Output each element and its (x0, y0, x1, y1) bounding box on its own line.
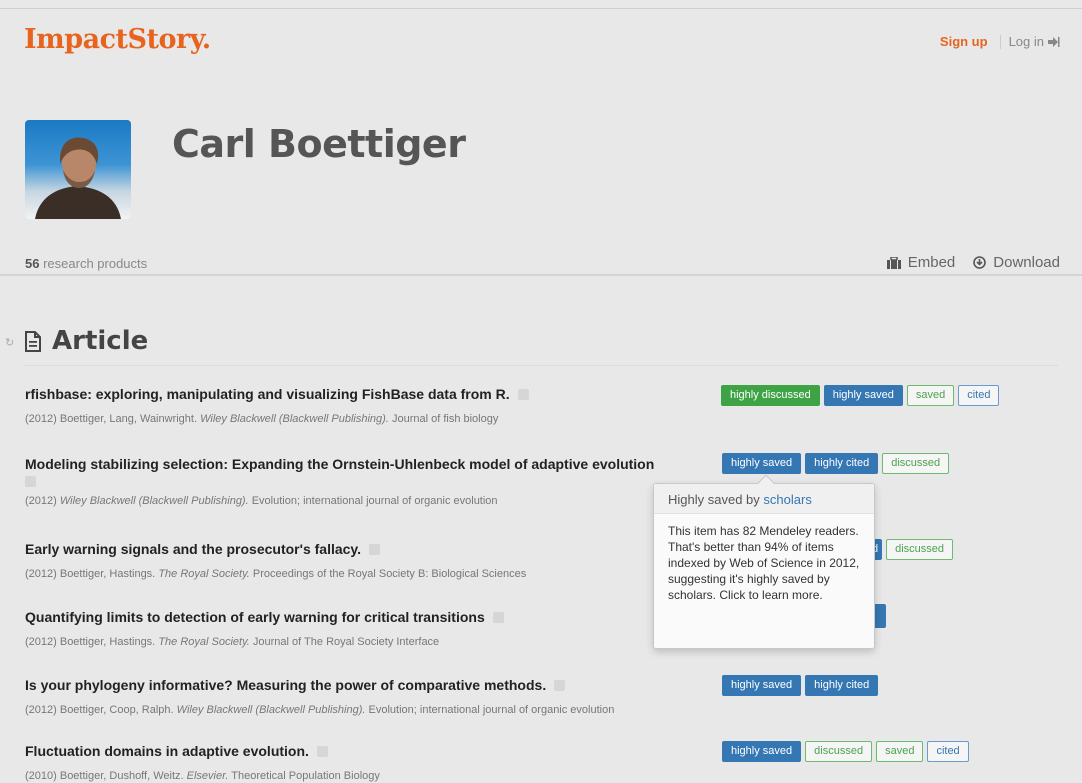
product-meta-authors: (2012) Boettiger, Lang, Wainwright. (25, 413, 198, 425)
badge-highly-discussed[interactable]: highly discussed (721, 385, 820, 406)
badge-saved[interactable]: saved (876, 741, 924, 762)
product-title-row: Early warning signals and the prosecutor… (25, 540, 705, 558)
product-journal: Evolution; international journal of orga… (251, 495, 498, 507)
product-title[interactable]: Modeling stabilizing selection: Expandin… (25, 456, 654, 472)
product-title-row: Is your phylogeny informative? Measuring… (25, 676, 705, 694)
product-meta: (2012) Boettiger, Hastings. The Royal So… (25, 568, 705, 580)
badge-group: highly saved highly cited (722, 675, 879, 696)
avatar-photo (35, 137, 121, 219)
product-title-row: rfishbase: exploring, manipulating and v… (25, 385, 705, 403)
product-journal: Journal of The Royal Society Interface (252, 636, 440, 648)
product-meta: (2012) Boettiger, Lang, Wainwright. Wile… (25, 413, 705, 425)
product-item: Early warning signals and the prosecutor… (25, 540, 705, 580)
sign-in-icon (1048, 36, 1060, 47)
product-publisher: Wiley Blackwell (Blackwell Publishing). (176, 704, 366, 716)
product-item: Fluctuation domains in adaptive evolutio… (25, 742, 705, 782)
nav-divider (999, 34, 1001, 49)
embed-label: Embed (907, 254, 956, 271)
badge-group: highly saved highly cited discussed (722, 453, 950, 474)
product-title-row: Modeling stabilizing selection: Expandin… (25, 455, 715, 487)
product-title-row: Fluctuation domains in adaptive evolutio… (25, 742, 705, 760)
badge-cited[interactable]: cited (958, 385, 1000, 406)
product-title[interactable]: Fluctuation domains in adaptive evolutio… (25, 743, 309, 759)
badge-discussed[interactable]: discussed (805, 741, 873, 762)
profile-divider (0, 274, 1082, 276)
profile-actions: Embed Download (886, 254, 1060, 271)
product-meta-authors: (2010) Boettiger, Dushoff, Weitz. (25, 770, 184, 782)
product-journal: Evolution; international journal of orga… (368, 704, 615, 716)
product-meta-authors: (2012) Boettiger, Hastings. (25, 636, 156, 648)
product-meta: (2012) Wiley Blackwell (Blackwell Publis… (25, 495, 715, 507)
product-item: Quantifying limits to detection of early… (25, 608, 705, 648)
file-text-icon (25, 330, 41, 352)
popover-header: Highly saved by scholars (654, 484, 874, 514)
download-label: Download (993, 254, 1060, 271)
external-link-icon[interactable] (517, 389, 529, 400)
product-count: 56 research products (25, 256, 147, 271)
product-meta-authors: (2012) (25, 495, 57, 507)
product-title[interactable]: Quantifying limits to detection of early… (25, 609, 485, 625)
badge-saved[interactable]: saved (906, 385, 955, 406)
popover-scholars-link[interactable]: scholars (763, 492, 811, 507)
product-title[interactable]: Early warning signals and the prosecutor… (25, 541, 361, 557)
product-journal: Theoretical Population Biology (231, 770, 380, 782)
popover-title: Highly saved by (668, 492, 760, 507)
badge-highly-saved[interactable]: highly saved (722, 675, 802, 696)
profile-name: Carl Boettiger (172, 122, 466, 166)
external-link-icon[interactable] (369, 544, 381, 555)
external-link-icon[interactable] (492, 612, 504, 623)
top-border (0, 8, 1082, 9)
badge-group: highly discussed highly saved saved cite… (721, 385, 1000, 406)
product-meta: (2012) Boettiger, Coop, Ralph. Wiley Bla… (25, 704, 705, 716)
logo[interactable]: ImpactStory. (24, 24, 211, 55)
product-publisher: Elsevier. (186, 770, 229, 782)
signup-link[interactable]: Sign up (940, 34, 988, 49)
badge-highly-cited[interactable]: highly cited (805, 675, 879, 696)
product-title[interactable]: Is your phylogeny informative? Measuring… (25, 677, 546, 693)
external-link-icon[interactable] (316, 746, 328, 757)
product-publisher: Wiley Blackwell (Blackwell Publishing). (200, 413, 389, 425)
badge-discussed[interactable]: discussed (886, 539, 954, 560)
login-label: Log in (1008, 34, 1044, 49)
badge-group: d discussed (868, 539, 954, 560)
product-journal: Proceedings of the Royal Society B: Biol… (252, 568, 527, 580)
section-rule (24, 365, 1058, 366)
product-title[interactable]: rfishbase: exploring, manipulating and v… (25, 386, 510, 402)
embed-button[interactable]: Embed (886, 254, 956, 271)
badge-discussed[interactable]: discussed (882, 453, 950, 474)
login-link[interactable]: Log in (1009, 34, 1060, 49)
product-publisher: Wiley Blackwell (Blackwell Publishing). (59, 495, 249, 507)
badge-highly-saved[interactable]: highly saved (823, 385, 903, 406)
product-item: Is your phylogeny informative? Measuring… (25, 676, 705, 716)
drag-handle-icon[interactable]: ↻ (5, 336, 14, 349)
product-publisher: The Royal Society. (158, 568, 250, 580)
badge-cited[interactable]: cited (927, 741, 969, 762)
product-count-number: 56 (25, 256, 40, 271)
product-journal: Journal of fish biology (391, 413, 499, 425)
badge-highly-cited[interactable]: highly cited (805, 453, 879, 474)
popover-body: This item has 82 Mendeley readers. That'… (668, 524, 860, 602)
product-meta-authors: (2012) Boettiger, Hastings. (25, 568, 156, 580)
badge-group: highly saved discussed saved cited (722, 741, 969, 762)
product-meta: (2012) Boettiger, Hastings. The Royal So… (25, 636, 705, 648)
product-meta-authors: (2012) Boettiger, Coop, Ralph. (25, 704, 174, 716)
external-link-icon[interactable] (554, 680, 566, 691)
section-heading: Article (24, 326, 148, 356)
external-link-icon[interactable] (25, 476, 36, 487)
product-meta: (2010) Boettiger, Dushoff, Weitz. Elsevi… (25, 770, 705, 782)
briefcase-icon (886, 256, 901, 269)
product-publisher: The Royal Society. (158, 636, 250, 648)
download-icon (973, 256, 987, 269)
product-count-label: research products (43, 256, 148, 271)
avatar (25, 120, 131, 219)
top-nav: Sign up Log in (940, 34, 1060, 49)
badge-popover[interactable]: Highly saved by scholars This item has 8… (653, 474, 875, 649)
product-item: rfishbase: exploring, manipulating and v… (25, 385, 705, 425)
section-title: Article (52, 326, 149, 356)
product-title-row: Quantifying limits to detection of early… (25, 608, 705, 626)
download-button[interactable]: Download (973, 254, 1060, 271)
badge-highly-saved[interactable]: highly saved (722, 741, 802, 762)
product-item: Modeling stabilizing selection: Expandin… (25, 455, 715, 507)
badge-highly-saved[interactable]: highly saved (722, 453, 802, 474)
